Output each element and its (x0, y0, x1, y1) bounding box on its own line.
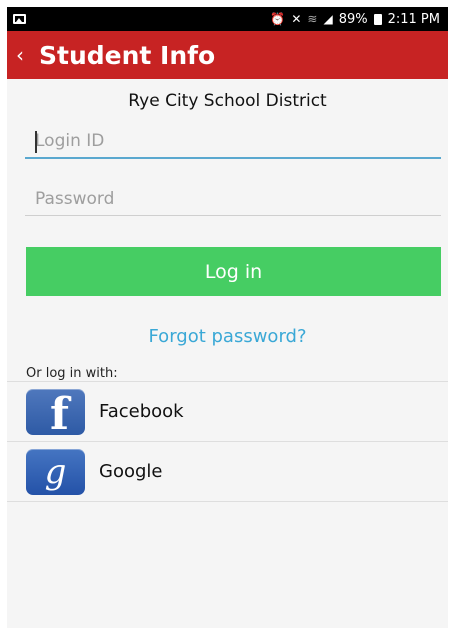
alarm-icon: ⏰ (270, 12, 286, 26)
status-bar: ⏰ ✕ ≋ ◢ 89% 2:11 PM (7, 7, 448, 31)
google-label: Google (99, 461, 163, 482)
back-icon[interactable]: ‹ (13, 43, 27, 67)
app-screen: ⏰ ✕ ≋ ◢ 89% 2:11 PM ‹ Student Info Rye C… (7, 7, 448, 628)
image-icon (13, 14, 26, 24)
forgot-password-link[interactable]: Forgot password? (7, 326, 448, 347)
password-input[interactable] (25, 182, 441, 216)
signal-icon: ◢ (323, 12, 333, 26)
clock: 2:11 PM (387, 11, 440, 27)
google-login-button[interactable]: g Google (7, 441, 448, 502)
district-name: Rye City School District (128, 91, 327, 111)
login-id-input[interactable] (25, 125, 441, 159)
wifi-icon: ≋ (307, 12, 318, 26)
facebook-label: Facebook (99, 401, 184, 422)
facebook-icon: f (26, 388, 85, 435)
battery-percent: 89% (338, 11, 368, 27)
text-cursor (35, 131, 37, 153)
mute-icon: ✕ (291, 12, 302, 26)
app-bar: ‹ Student Info (7, 31, 448, 79)
battery-icon (373, 13, 382, 25)
google-icon: g (26, 448, 85, 495)
page-title: Student Info (39, 40, 216, 70)
facebook-login-button[interactable]: f Facebook (7, 381, 448, 441)
alt-login-label: Or log in with: (26, 366, 118, 381)
login-button[interactable]: Log in (26, 247, 441, 296)
